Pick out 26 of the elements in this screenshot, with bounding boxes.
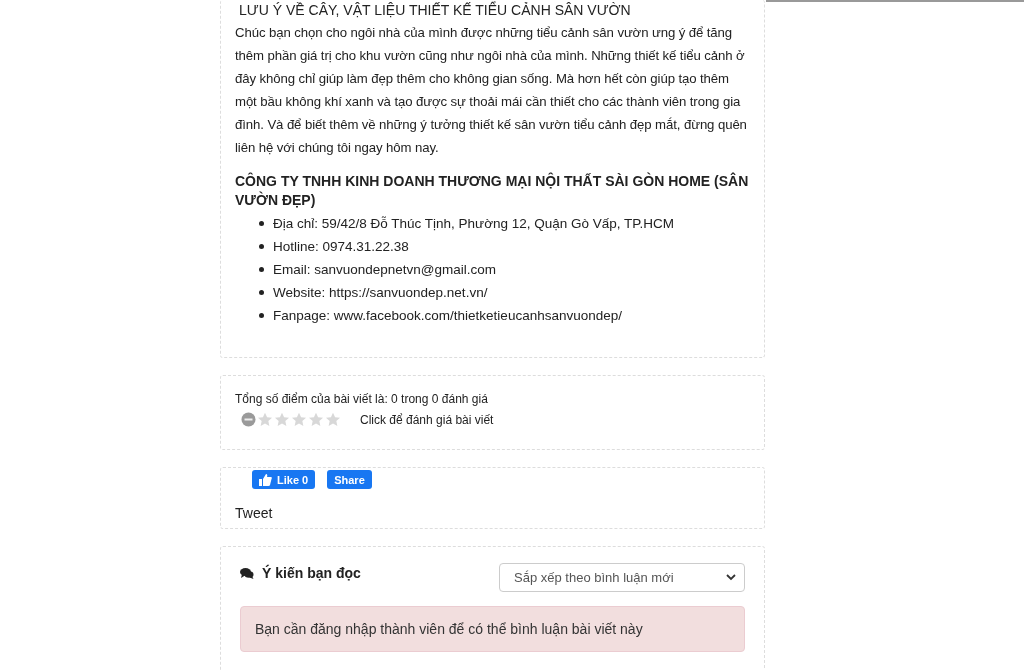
cancel-rating-icon[interactable]: [241, 412, 256, 427]
bullet-icon: [259, 244, 264, 249]
login-notice: Bạn cần đăng nhập thành viên để có thể bình luận bài viết này: [240, 606, 745, 652]
rating-prompt: Click để đánh giá bài viết: [360, 412, 494, 427]
comments-title: Ý kiến bạn đọc: [262, 565, 361, 581]
paragraph: Chúc bạn chọn cho ngôi nhà của mình được những tiểu cảnh sân vườn ưng ý để tăng thêm phần giá trị cho khu vườn cũng như ngôi nhà của mình. Những thiết kế tiểu cảnh ở đây không chỉ giúp làm đẹp thêm cho không gian sống. Mà hơn hết còn giúp tạo thêm một bầu không khí xanh và tạo được sự thoải mái cần thiết cho các thành viên trong gia đình. Và để biết thêm về những ý tưởng thiết kế sân vườn tiểu cảnh đẹp mắt, đừng quên liên hệ với chúng tôi ngay hôm nay.: [235, 24, 748, 157]
chevron-down-icon: [726, 574, 736, 581]
bullet-icon: [259, 290, 264, 295]
section-subtitle: LƯU Ý VỀ CÂY, VẬT LIỆU THIẾT KẾ TIỂU CẢNH SÂN VƯỜN: [238, 1, 632, 19]
contact-item: Fanpage: www.facebook.com/thietketieucanhsanvuondep/: [273, 307, 622, 325]
like-button[interactable]: Like 0: [252, 470, 316, 489]
bullet-icon: [259, 221, 264, 226]
tweet-link[interactable]: Tweet: [235, 505, 273, 521]
star-rating[interactable]: [257, 412, 341, 427]
company-heading: CÔNG TY TNHH KINH DOANH THƯƠNG MẠI NỘI THẤT SÀI GÒN HOME (SÂN VƯỜN ĐẸP): [235, 172, 750, 210]
contact-item: Hotline: 0974.31.22.38: [273, 238, 409, 256]
rating-summary: Tổng số điểm của bài viết là: 0 trong 0 đánh giá: [235, 391, 489, 408]
thumbs-up-icon: [259, 473, 272, 486]
contact-item: Website: https://sanvuondep.net.vn/: [273, 284, 488, 302]
sort-dropdown[interactable]: Sắp xếp theo bình luận mới: [499, 563, 745, 592]
bullet-icon: [259, 267, 264, 272]
contact-item: Email: sanvuondepnetvn@gmail.com: [273, 261, 497, 279]
comments-icon: [240, 567, 254, 579]
contact-item: Địa chỉ: 59/42/8 Đỗ Thúc Tịnh, Phường 12, Quận Gò Vấp, TP.HCM: [273, 215, 675, 233]
share-button[interactable]: Share: [327, 470, 372, 489]
bullet-icon: [259, 313, 264, 318]
